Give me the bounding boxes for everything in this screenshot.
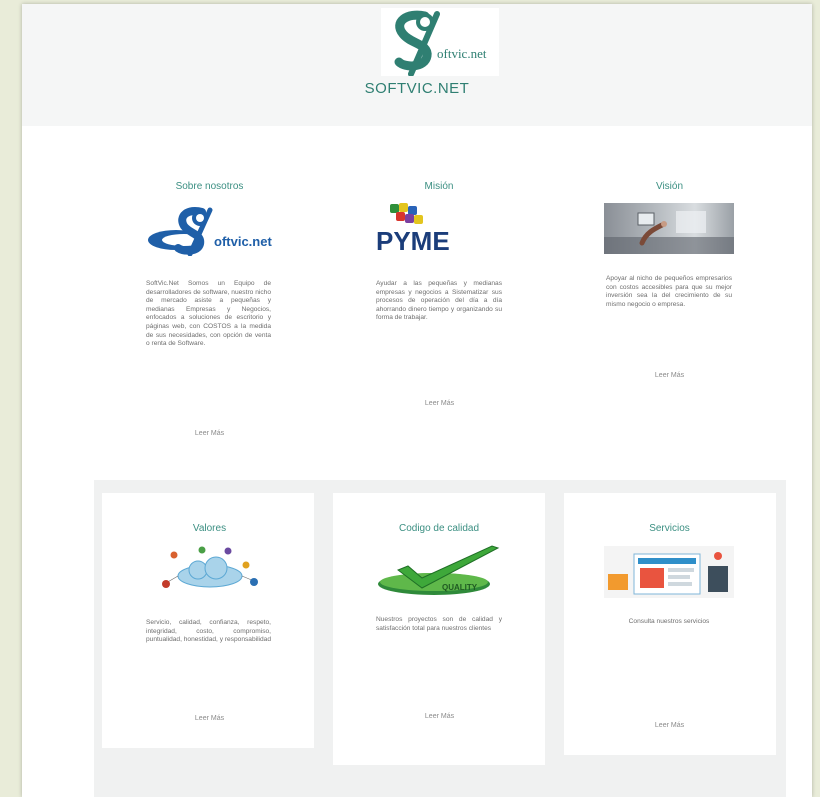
mision-pyme-image: PYME [374, 202, 498, 254]
leer-mas-link-codigo-de-calidad[interactable]: Leer Más [402, 713, 477, 720]
card-text-servicios: Consulta nuestros servicios [628, 618, 710, 625]
card-title-mision: Misión [424, 181, 454, 192]
card-text-sobre-nosotros: SoftVic.Net Somos un Equipo de desarroll… [146, 280, 271, 348]
site-title: SOFTVIC.NET [364, 80, 470, 97]
touchscreen-photo-icon [604, 211, 734, 254]
header: oftvic.net SOFTVIC.NET [22, 4, 812, 126]
leer-mas-link-servicios[interactable]: Leer Más [632, 722, 707, 729]
servicios-web-design-image [604, 546, 734, 598]
logo-text: oftvic.net [437, 46, 487, 61]
softvic-logo-icon: oftvic.net [148, 207, 272, 256]
vision-touchscreen-image [604, 203, 734, 254]
card-text-vision: Apoyar al nicho de pequeños empresarios … [606, 275, 732, 308]
calidad-checkmark-image: QUALITY [374, 544, 504, 599]
site-logo[interactable]: oftvic.net [381, 8, 499, 77]
card-title-valores: Valores [192, 523, 227, 534]
card-text-valores: Servicio, calidad, confianza, respeto, i… [146, 619, 272, 644]
cloud-network-icon [162, 546, 258, 588]
card-title-codigo-de-calidad: Codigo de calidad [398, 523, 480, 534]
card-text-mision: Ayudar a las pequeñas y medianas empresa… [376, 280, 502, 322]
leer-mas-link-vision[interactable]: Leer Más [632, 372, 707, 379]
logo-text: oftvic.net [214, 234, 272, 249]
page-frame: oftvic.net SOFTVIC.NET Sobre nosotros of… [22, 4, 812, 797]
card-text-codigo-de-calidad: Nuestros proyectos son de calidad y sati… [376, 616, 502, 632]
pyme-text: PYME [376, 226, 450, 254]
leer-mas-link-valores[interactable]: Leer Más [172, 715, 247, 722]
quality-text: QUALITY [442, 583, 478, 592]
quality-checkmark-icon: QUALITY [378, 545, 500, 595]
web-design-icon [604, 546, 734, 598]
leer-mas-link-sobre-nosotros[interactable]: Leer Más [172, 430, 247, 437]
valores-cloud-image [158, 543, 262, 593]
card-title-sobre-nosotros: Sobre nosotros [175, 181, 244, 192]
pyme-puzzle-icon: PYME [376, 203, 450, 254]
card-title-servicios: Servicios [649, 523, 690, 534]
leer-mas-link-mision[interactable]: Leer Más [402, 400, 477, 407]
card-title-vision: Visión [655, 181, 684, 192]
softvic-logo-icon: oftvic.net [394, 10, 487, 77]
sobre-nosotros-logo-image: oftvic.net [144, 206, 274, 256]
